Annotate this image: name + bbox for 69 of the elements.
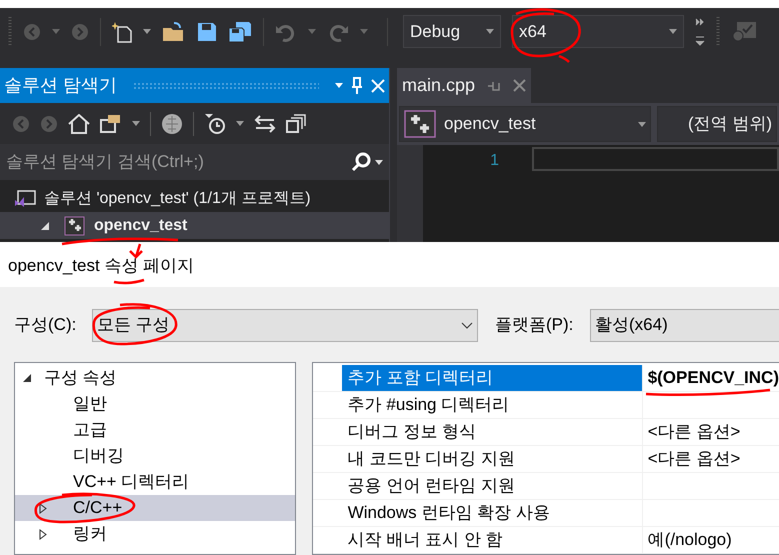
dropdown-caret-icon[interactable]: [638, 122, 646, 126]
save-all-icon[interactable]: [228, 20, 252, 42]
property-name-cell[interactable]: 디버그 정보 형식: [342, 419, 642, 445]
annotation-underline: [112, 277, 146, 285]
configuration-label: 구성(C):: [14, 314, 78, 336]
open-folder-icon[interactable]: [162, 22, 186, 42]
cpp-project-icon: [404, 110, 436, 138]
property-name-cell[interactable]: 시작 배너 표시 안 함: [342, 527, 642, 553]
windows-icon[interactable]: [286, 114, 306, 134]
swap-arrows-icon[interactable]: [254, 114, 276, 132]
dropdown-caret-icon[interactable]: [486, 29, 494, 34]
overflow-icon[interactable]: [695, 16, 705, 46]
project-dropdown[interactable]: opencv_test: [399, 106, 651, 142]
property-name-cell[interactable]: 추가 #using 디렉터리: [342, 392, 642, 418]
property-value-cell[interactable]: 예(/nologo): [642, 527, 779, 553]
platform-label: 플랫폼(P):: [495, 314, 574, 336]
search-field[interactable]: 솔루션 탐색기 검색(Ctrl+;): [6, 149, 351, 175]
search-icon[interactable]: [351, 152, 371, 172]
tree-item[interactable]: 디버깅: [15, 443, 295, 469]
grip-icon: [8, 16, 12, 46]
tree-item[interactable]: C/C++: [15, 495, 295, 521]
tree-item[interactable]: VC++ 디렉터리: [15, 469, 295, 495]
globe-icon[interactable]: [161, 112, 183, 134]
expand-triangle-icon[interactable]: [39, 528, 47, 540]
dropdown-caret-icon[interactable]: [143, 29, 151, 34]
pin-icon[interactable]: [487, 80, 502, 90]
close-icon[interactable]: [513, 79, 526, 92]
scope-dropdown[interactable]: (전역 범위): [657, 106, 777, 142]
expand-triangle-icon[interactable]: [39, 502, 47, 514]
cpp-project-icon: [64, 216, 86, 236]
grip-icon: [716, 16, 720, 46]
sync-view-icon[interactable]: [100, 114, 122, 134]
highlighted-tree-row[interactable]: opencv_test: [0, 212, 389, 239]
property-name-cell[interactable]: 공용 언어 런타임 지원: [342, 473, 642, 499]
tree-item[interactable]: 고급: [15, 417, 295, 443]
editor-tab[interactable]: main.cpp: [397, 68, 532, 103]
configuration-dropdown[interactable]: 모든 구성: [92, 308, 478, 342]
home-icon[interactable]: [68, 114, 90, 134]
save-icon[interactable]: [197, 22, 217, 42]
tree-item[interactable]: 일반: [15, 391, 295, 417]
configuration-dropdown[interactable]: Debug: [403, 15, 501, 48]
search-bar[interactable]: 솔루션 탐색기 검색(Ctrl+;): [0, 144, 389, 180]
dropdown-caret-icon[interactable]: [375, 160, 383, 164]
expand-triangle-icon[interactable]: [22, 373, 32, 383]
property-name-cell[interactable]: 추가 포함 디렉터리: [342, 365, 642, 391]
tree-item[interactable]: 솔루션 'opencv_test' (1/1개 프로젝트): [44, 186, 311, 210]
platform-dropdown[interactable]: 활성(x64): [590, 308, 779, 342]
tree-item[interactable]: 링커: [15, 521, 295, 547]
solution-icon: [14, 188, 36, 208]
new-item-icon[interactable]: [112, 20, 132, 42]
property-value-cell[interactable]: <다른 옵션>: [642, 419, 779, 445]
chevron-down-icon: [461, 322, 473, 328]
property-name-cell[interactable]: Windows 런타임 확장 사용: [342, 500, 642, 526]
line-number: 1: [489, 151, 499, 171]
dropdown-caret-icon[interactable]: [132, 121, 140, 126]
dropdown-caret-icon[interactable]: [335, 83, 343, 88]
property-name-cell[interactable]: 내 코드만 디버깅 지원: [342, 446, 642, 472]
dialog-title: opencv_test 속성 페이지: [8, 254, 194, 276]
dropdown-caret-icon[interactable]: [236, 121, 244, 126]
annotation-arrow: [126, 243, 144, 259]
platform-dropdown[interactable]: x64: [512, 15, 684, 48]
panel-title: 솔루션 탐색기: [4, 74, 118, 97]
expand-triangle-icon[interactable]: [40, 220, 50, 230]
tree-item[interactable]: opencv_test: [94, 214, 188, 238]
property-value-cell[interactable]: $(OPENCV_INC): [642, 365, 779, 391]
tree-item[interactable]: 구성 속성: [44, 365, 117, 391]
dropdown-caret-icon[interactable]: [669, 29, 677, 34]
property-value-cell[interactable]: <다른 옵션>: [642, 446, 779, 472]
clock-filter-icon[interactable]: [204, 112, 226, 134]
